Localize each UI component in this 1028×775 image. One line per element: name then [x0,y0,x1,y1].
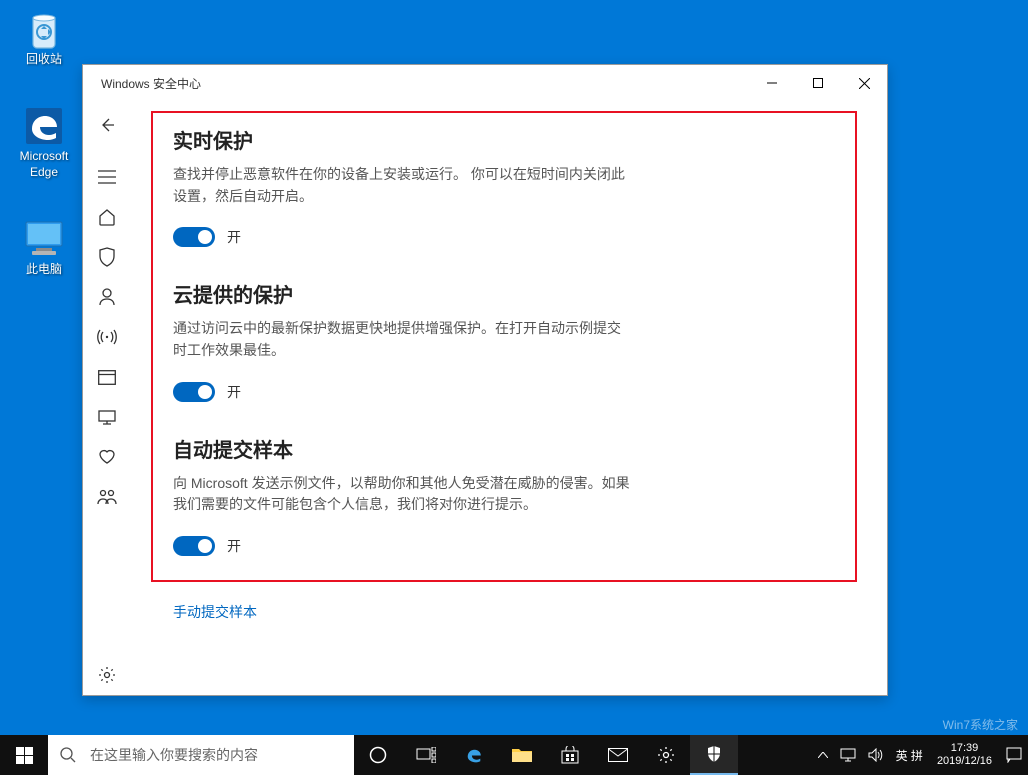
maximize-button[interactable] [795,65,841,101]
section-cloud-protection: 云提供的保护 通过访问云中的最新保护数据更快地提供增强保护。在打开自动示例提交时… [173,279,835,401]
family-icon[interactable] [83,477,131,517]
highlighted-settings: 实时保护 查找并停止恶意软件在你的设备上安装或运行。 你可以在短时间内关闭此设置… [151,111,857,582]
content-area: 实时保护 查找并停止恶意软件在你的设备上安装或运行。 你可以在短时间内关闭此设置… [131,101,887,695]
mail-taskbar-icon[interactable] [594,735,642,775]
wifi-icon[interactable] [83,317,131,357]
system-tray: 英 拼 17:39 2019/12/16 [812,735,1028,775]
search-placeholder: 在这里输入你要搜索的内容 [90,745,258,765]
minimize-button[interactable] [749,65,795,101]
search-icon [60,747,76,763]
cloud-protection-toggle[interactable] [173,382,215,402]
explorer-taskbar-icon[interactable] [498,735,546,775]
desktop-icon-recycle-bin[interactable]: 回收站 [10,8,78,68]
desktop-icon-label: 回收站 [10,52,78,68]
tray-action-center-icon[interactable] [1000,735,1028,775]
taskbar-search[interactable]: 在这里输入你要搜索的内容 [48,735,354,775]
tray-clock[interactable]: 17:39 2019/12/16 [929,742,1000,768]
heart-icon[interactable] [83,437,131,477]
shield-icon[interactable] [83,237,131,277]
edge-icon [20,105,68,147]
auto-sample-toggle[interactable] [173,536,215,556]
desktop-icon-label: Microsoft Edge [10,149,78,180]
toggle-label: 开 [227,382,241,402]
toggle-label: 开 [227,536,241,556]
realtime-protection-toggle[interactable] [173,227,215,247]
desktop-icon-label: 此电脑 [10,262,78,278]
settings-taskbar-icon[interactable] [642,735,690,775]
tray-volume-icon[interactable] [862,735,890,775]
titlebar: Windows 安全中心 [83,65,887,101]
security-center-window: Windows 安全中心 实时保护 查找并停止恶意软件在你的设备上安 [82,64,888,696]
app-browser-icon[interactable] [83,357,131,397]
taskbar: 在这里输入你要搜索的内容 英 拼 17:39 2019/12/16 [0,735,1028,775]
settings-icon[interactable] [83,655,131,695]
start-button[interactable] [0,735,48,775]
manual-submit-link[interactable]: 手动提交样本 [173,602,257,622]
edge-taskbar-icon[interactable] [450,735,498,775]
home-icon[interactable] [83,197,131,237]
section-title: 云提供的保护 [173,279,835,308]
store-taskbar-icon[interactable] [546,735,594,775]
close-button[interactable] [841,65,887,101]
recycle-bin-icon [20,8,68,50]
desktop-icon-this-pc[interactable]: 此电脑 [10,218,78,278]
window-title: Windows 安全中心 [83,75,749,92]
section-description: 查找并停止恶意软件在你的设备上安装或运行。 你可以在短时间内关闭此设置，然后自动… [173,164,633,207]
section-auto-sample-submit: 自动提交样本 向 Microsoft 发送示例文件，以帮助你和其他人免受潜在威胁… [173,434,835,556]
sidebar [83,101,131,695]
clock-time: 17:39 [937,742,992,755]
watermark: Win7系统之家 [937,714,1024,735]
section-realtime-protection: 实时保护 查找并停止恶意软件在你的设备上安装或运行。 你可以在短时间内关闭此设置… [173,125,835,247]
computer-icon [20,218,68,260]
device-icon[interactable] [83,397,131,437]
section-description: 通过访问云中的最新保护数据更快地提供增强保护。在打开自动示例提交时工作效果最佳。 [173,318,633,361]
clock-date: 2019/12/16 [937,755,992,768]
hamburger-menu-icon[interactable] [83,157,131,197]
section-title: 自动提交样本 [173,434,835,463]
tray-chevron-up-icon[interactable] [812,735,834,775]
section-title: 实时保护 [173,125,835,154]
toggle-label: 开 [227,227,241,247]
security-center-taskbar-icon[interactable] [690,735,738,775]
section-description: 向 Microsoft 发送示例文件，以帮助你和其他人免受潜在威胁的侵害。如果我… [173,473,633,516]
cortana-icon[interactable] [354,735,402,775]
account-icon[interactable] [83,277,131,317]
tray-network-icon[interactable] [834,735,862,775]
tray-ime[interactable]: 英 拼 [890,735,929,775]
desktop-icon-edge[interactable]: Microsoft Edge [10,105,78,180]
back-button[interactable] [83,105,131,145]
task-view-icon[interactable] [402,735,450,775]
